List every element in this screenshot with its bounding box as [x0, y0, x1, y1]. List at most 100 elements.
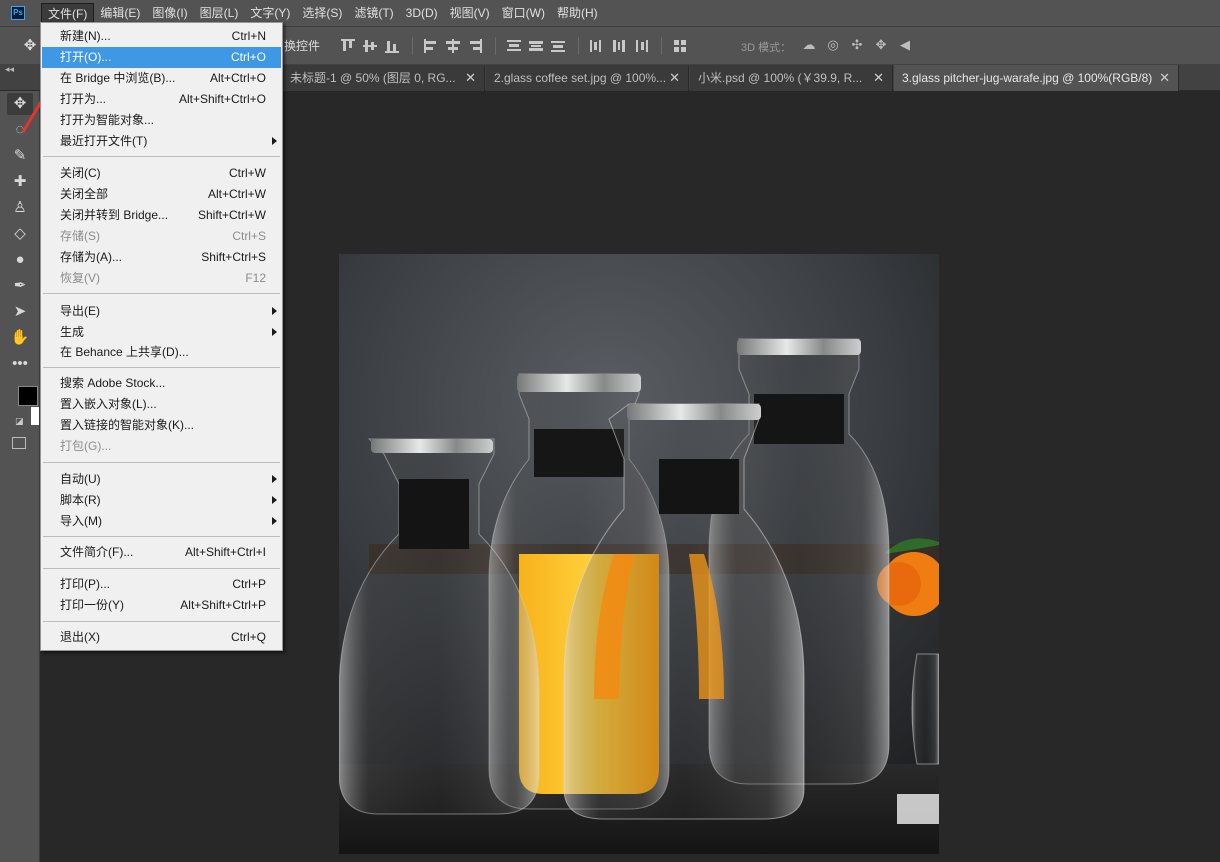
more-tools-icon[interactable]: •••	[7, 353, 33, 375]
collapse-panels-icon[interactable]: ◂◂	[5, 64, 14, 75]
menu-close[interactable]: 关闭(C) Ctrl+W	[42, 163, 281, 184]
menu-item-shortcut: Ctrl+Q	[230, 630, 266, 644]
document-canvas-image[interactable]	[339, 254, 939, 854]
submenu-arrow-icon	[272, 328, 277, 336]
menu-3d[interactable]: 3D(D)	[400, 3, 444, 23]
eraser-tool-icon[interactable]: ◇	[7, 223, 33, 245]
menu-item-label: 打印(P)...	[60, 577, 110, 591]
distribute-right-icon[interactable]	[631, 37, 653, 55]
menu-filter[interactable]: 滤镜(T)	[348, 3, 399, 23]
menu-item-label: 自动(U)	[60, 472, 101, 486]
3d-rotate-icon[interactable]: ☁	[800, 36, 818, 54]
menu-item-label: 恢复(V)	[60, 271, 100, 285]
menu-export[interactable]: 导出(E)	[42, 301, 281, 322]
distribute-bottom-icon[interactable]	[548, 37, 570, 55]
menu-import[interactable]: 导入(M)	[42, 511, 281, 532]
menu-new[interactable]: 新建(N)... Ctrl+N	[42, 26, 281, 47]
3d-scale-icon[interactable]: ◀	[896, 36, 914, 54]
menu-layer[interactable]: 图层(L)	[194, 3, 245, 23]
menu-close-all[interactable]: 关闭全部 Alt+Ctrl+W	[42, 184, 281, 205]
align-vertical-center-icon[interactable]	[360, 37, 382, 55]
menu-open[interactable]: 打开(O)... Ctrl+O	[42, 47, 281, 68]
menu-open-as-smart-object[interactable]: 打开为智能对象...	[42, 110, 281, 131]
move-tool-icon[interactable]: ✥	[20, 36, 40, 56]
background-color-swatch[interactable]	[31, 407, 39, 425]
align-horizontal-center-icon[interactable]	[443, 37, 465, 55]
menu-open-recent[interactable]: 最近打开文件(T)	[42, 131, 281, 152]
menu-open-as[interactable]: 打开为... Alt+Shift+Ctrl+O	[42, 89, 281, 110]
menu-close-and-go-to-bridge[interactable]: 关闭并转到 Bridge... Shift+Ctrl+W	[42, 205, 281, 226]
menu-item-label: 置入链接的智能对象(K)...	[60, 418, 194, 432]
show-transform-controls-label[interactable]: 换控件	[284, 37, 320, 54]
menu-edit[interactable]: 编辑(E)	[94, 3, 146, 23]
menu-print-one-copy[interactable]: 打印一份(Y) Alt+Shift+Ctrl+P	[42, 595, 281, 616]
tab-label: 小米.psd @ 100% (￥39.9, R...	[698, 71, 863, 85]
submenu-arrow-icon	[272, 496, 277, 504]
menu-share-on-behance[interactable]: 在 Behance 上共享(D)...	[42, 342, 281, 363]
menu-view[interactable]: 视图(V)	[444, 3, 496, 23]
menu-item-shortcut: Shift+Ctrl+S	[201, 250, 266, 264]
menu-window[interactable]: 窗口(W)	[496, 3, 551, 23]
lasso-tool-icon[interactable]: ◌	[7, 119, 33, 141]
distribute-left-icon[interactable]	[587, 37, 609, 55]
menu-generate[interactable]: 生成	[42, 322, 281, 343]
divider	[661, 37, 662, 55]
menu-item-label: 关闭全部	[60, 187, 109, 201]
close-icon[interactable]: ✕	[873, 65, 884, 91]
menu-help[interactable]: 帮助(H)	[551, 3, 604, 23]
divider	[412, 37, 413, 55]
tools-panel: ✥ ◌ ✎ ✚ ♙ ◇ ● ✒ ➤ ✋ ••• ◪	[0, 91, 40, 862]
document-tab[interactable]: 2.glass coffee set.jpg @ 100%... ✕	[486, 65, 689, 91]
auto-align-icon[interactable]	[670, 37, 692, 55]
close-icon[interactable]: ✕	[669, 65, 680, 91]
document-tab[interactable]: 小米.psd @ 100% (￥39.9, R... ✕	[690, 65, 893, 91]
path-selection-icon[interactable]: ➤	[7, 301, 33, 323]
menu-item-label: 存储(S)	[60, 229, 100, 243]
menu-item-label: 搜索 Adobe Stock...	[60, 376, 166, 390]
brush-tool-icon[interactable]: ✎	[7, 145, 33, 167]
align-left-icon[interactable]	[421, 37, 443, 55]
close-icon[interactable]: ✕	[1159, 65, 1170, 91]
distribute-horizontal-center-icon[interactable]	[609, 37, 631, 55]
distribute-vertical-center-icon[interactable]	[526, 37, 548, 55]
align-bottom-icon[interactable]	[382, 37, 404, 55]
blur-tool-icon[interactable]: ●	[7, 249, 33, 271]
divider	[495, 37, 496, 55]
menu-select[interactable]: 选择(S)	[296, 3, 348, 23]
menu-place-linked[interactable]: 置入链接的智能对象(K)...	[42, 415, 281, 436]
align-top-icon[interactable]	[338, 37, 360, 55]
3d-slide-icon[interactable]: ✥	[872, 36, 890, 54]
clone-stamp-icon[interactable]: ♙	[7, 197, 33, 219]
menu-file-info[interactable]: 文件简介(F)... Alt+Shift+Ctrl+I	[42, 542, 281, 563]
align-right-icon[interactable]	[465, 37, 487, 55]
distribute-top-icon[interactable]	[504, 37, 526, 55]
menu-type[interactable]: 文字(Y)	[244, 3, 296, 23]
menu-item-label: 生成	[60, 325, 85, 339]
foreground-color-swatch[interactable]	[18, 386, 38, 406]
menu-item-shortcut: Ctrl+N	[231, 29, 266, 43]
menu-file[interactable]: 文件(F)	[41, 3, 95, 23]
menu-item-label: 打包(G)...	[60, 439, 112, 453]
move-tool-icon[interactable]: ✥	[7, 93, 33, 115]
menu-place-embedded[interactable]: 置入嵌入对象(L)...	[42, 394, 281, 415]
menu-automate[interactable]: 自动(U)	[42, 469, 281, 490]
quick-mask-icon[interactable]	[12, 437, 26, 449]
3d-pan-icon[interactable]: ✣	[848, 36, 866, 54]
pen-tool-icon[interactable]: ✒	[7, 275, 33, 297]
menu-scripts[interactable]: 脚本(R)	[42, 490, 281, 511]
document-tab[interactable]: 未标题-1 @ 50% (图层 0, RG... ✕	[282, 65, 485, 91]
menu-exit[interactable]: 退出(X) Ctrl+Q	[42, 627, 281, 648]
menu-print[interactable]: 打印(P)... Ctrl+P	[42, 574, 281, 595]
3d-mode-label: 3D 模式：	[741, 42, 792, 54]
menu-save-as[interactable]: 存储为(A)... Shift+Ctrl+S	[42, 247, 281, 268]
menu-image[interactable]: 图像(I)	[146, 3, 193, 23]
document-tab-active[interactable]: 3.glass pitcher-jug-warafe.jpg @ 100%(RG…	[894, 65, 1179, 91]
menu-search-adobe-stock[interactable]: 搜索 Adobe Stock...	[42, 373, 281, 394]
hand-tool-icon[interactable]: ✋	[7, 327, 33, 349]
default-colors-icon[interactable]: ◪	[15, 416, 25, 426]
menu-item-label: 在 Bridge 中浏览(B)...	[60, 71, 176, 85]
menu-browse-in-bridge[interactable]: 在 Bridge 中浏览(B)... Alt+Ctrl+O	[42, 68, 281, 89]
3d-roll-icon[interactable]: ◎	[824, 36, 842, 54]
close-icon[interactable]: ✕	[465, 65, 476, 91]
healing-brush-icon[interactable]: ✚	[7, 171, 33, 193]
